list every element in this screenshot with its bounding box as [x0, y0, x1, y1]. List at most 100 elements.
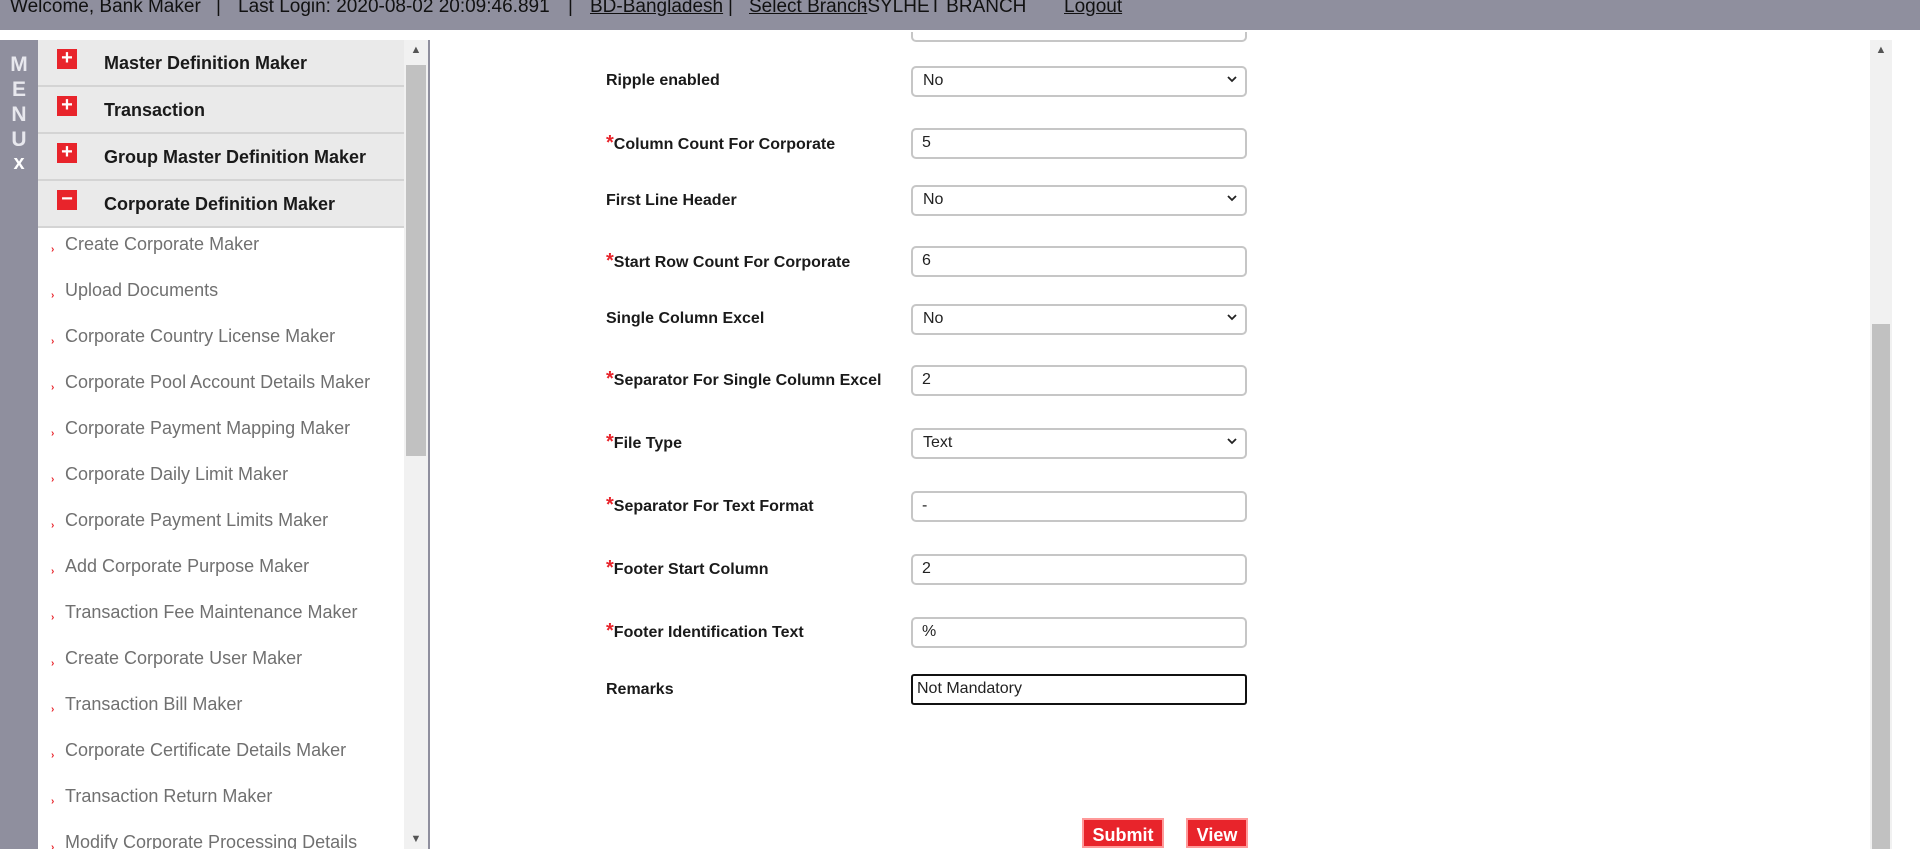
side-menu: + Master Definition Maker + Transaction … [38, 40, 404, 849]
menu-item-pool-account[interactable]: › Corporate Pool Account Details Maker [38, 372, 404, 412]
label-remarks: Remarks [606, 681, 674, 699]
minus-icon[interactable]: − [57, 189, 77, 210]
plus-icon[interactable]: + [57, 95, 77, 116]
arrow-icon: › [51, 750, 55, 761]
scrollbar-thumb[interactable] [406, 65, 426, 456]
menu-item-label: Upload Documents [65, 280, 219, 300]
select-value: No [923, 72, 944, 89]
menu-item-corporate-user[interactable]: › Create Corporate User Maker [38, 648, 404, 688]
menu-item-payment-mapping[interactable]: › Corporate Payment Mapping Maker [38, 418, 404, 458]
menu-item-label: Transaction Return Maker [65, 786, 273, 806]
field-label: Ripple enabled [606, 72, 720, 89]
chevron-down-icon [1227, 76, 1237, 83]
menu-item-transaction-return[interactable]: › Transaction Return Maker [38, 786, 404, 826]
scroll-up-icon[interactable]: ▲ [404, 40, 428, 60]
previous-field-edge [911, 32, 1247, 42]
menu-item-label: Create Corporate Maker [65, 234, 260, 254]
required-mark: * [606, 250, 614, 272]
ripple-enabled-select[interactable]: No [911, 66, 1247, 97]
menu-scrollbar[interactable]: ▲ ▼ [404, 40, 428, 849]
start-row-count-input[interactable]: 6 [911, 246, 1247, 277]
select-value: Text [923, 434, 953, 451]
input-value: % [922, 623, 937, 640]
menu-item-label: Create Corporate User Maker [65, 648, 303, 668]
separator-single-column-input[interactable]: 2 [911, 365, 1247, 396]
arrow-icon: › [51, 566, 55, 577]
separator-text-format-input[interactable]: - [911, 491, 1247, 522]
page-scrollbar[interactable]: ▲ [1870, 40, 1892, 849]
plus-icon[interactable]: + [57, 48, 77, 69]
field-label: Start Row Count For Corporate [613, 254, 851, 271]
menu-item-label: Corporate Daily Limit Maker [65, 464, 289, 484]
country-link[interactable]: BD-Bangladesh [590, 0, 723, 16]
single-column-excel-select[interactable]: No [911, 304, 1247, 335]
label-footer-identification: *Footer Identification Text [606, 620, 804, 643]
menu-item-label: Corporate Country License Maker [65, 326, 336, 346]
menu-item-country-license[interactable]: › Corporate Country License Maker [38, 326, 404, 366]
menu-section-label: Transaction [104, 100, 206, 120]
first-line-header-select[interactable]: No [911, 185, 1247, 216]
arrow-icon: › [51, 612, 55, 623]
label-start-row-count: *Start Row Count For Corporate [606, 250, 850, 273]
menu-item-label: Modify Corporate Processing Details [65, 832, 358, 849]
chevron-down-icon [1227, 314, 1237, 321]
scroll-down-icon[interactable]: ▼ [404, 829, 428, 849]
field-label: File Type [613, 435, 682, 452]
select-branch-link[interactable]: Select Branch [749, 0, 867, 16]
menu-item-certificate-details[interactable]: › Corporate Certificate Details Maker [38, 740, 404, 780]
menu-letter: N [11, 103, 27, 126]
label-footer-start-column: *Footer Start Column [606, 557, 768, 580]
required-mark: * [606, 494, 614, 516]
label-file-type: *File Type [606, 431, 682, 454]
logout-link[interactable]: Logout [1064, 0, 1122, 16]
menu-section-corporate-definition[interactable]: − Corporate Definition Maker [38, 181, 404, 228]
menu-item-daily-limit[interactable]: › Corporate Daily Limit Maker [38, 464, 404, 504]
column-count-input[interactable]: 5 [911, 128, 1247, 159]
arrow-icon: › [51, 658, 55, 669]
required-mark: * [606, 557, 614, 579]
close-menu-icon[interactable]: x [0, 152, 38, 174]
menu-item-label: Add Corporate Purpose Maker [65, 556, 310, 576]
arrow-icon: › [51, 336, 55, 347]
input-value: 5 [922, 134, 931, 151]
menu-section-transaction[interactable]: + Transaction [38, 87, 404, 134]
file-type-select[interactable]: Text [911, 428, 1247, 459]
menu-item-payment-limits[interactable]: › Corporate Payment Limits Maker [38, 510, 404, 550]
label-separator-single-column: *Separator For Single Column Excel [606, 368, 881, 391]
menu-item-modify-processing[interactable]: › Modify Corporate Processing Details [38, 832, 404, 849]
arrow-icon: › [51, 474, 55, 485]
plus-icon[interactable]: + [57, 142, 77, 163]
submit-button[interactable]: Submit [1082, 818, 1164, 848]
footer-identification-input[interactable]: % [911, 617, 1247, 648]
chevron-down-icon [1227, 195, 1237, 202]
input-value: 2 [922, 560, 931, 577]
menu-item-create-corporate[interactable]: › Create Corporate Maker [38, 234, 404, 274]
label-ripple-enabled: Ripple enabled [606, 72, 720, 90]
scroll-up-icon[interactable]: ▲ [1870, 40, 1892, 60]
topbar-separator: | [568, 0, 573, 17]
panel-divider [428, 40, 430, 849]
branch-name: -SYLHET BRANCH [861, 0, 1027, 17]
footer-start-column-input[interactable]: 2 [911, 554, 1247, 585]
scrollbar-thumb[interactable] [1872, 324, 1890, 849]
last-login-text: Last Login: 2020-08-02 20:09:46.891 [238, 0, 550, 17]
menu-letter: U [11, 128, 27, 151]
menu-item-transaction-bill[interactable]: › Transaction Bill Maker [38, 694, 404, 734]
arrow-icon: › [51, 290, 55, 301]
arrow-icon: › [51, 244, 55, 255]
required-mark: * [606, 368, 614, 390]
menu-section-label: Corporate Definition Maker [104, 194, 336, 214]
menu-toggle-strip[interactable]: M E N U x [0, 40, 38, 849]
arrow-icon: › [51, 428, 55, 439]
remarks-input[interactable]: Not Mandatory [911, 674, 1247, 705]
menu-section-master-definition[interactable]: + Master Definition Maker [38, 40, 404, 87]
required-mark: * [606, 431, 614, 453]
menu-item-corporate-purpose[interactable]: › Add Corporate Purpose Maker [38, 556, 404, 596]
menu-item-upload-documents[interactable]: › Upload Documents [38, 280, 404, 320]
label-single-column-excel: Single Column Excel [606, 310, 764, 328]
menu-item-fee-maintenance[interactable]: › Transaction Fee Maintenance Maker [38, 602, 404, 642]
view-button[interactable]: View [1186, 818, 1248, 848]
input-value: 6 [922, 252, 931, 269]
field-label: Single Column Excel [606, 310, 765, 327]
menu-section-group-master[interactable]: + Group Master Definition Maker [38, 134, 404, 181]
